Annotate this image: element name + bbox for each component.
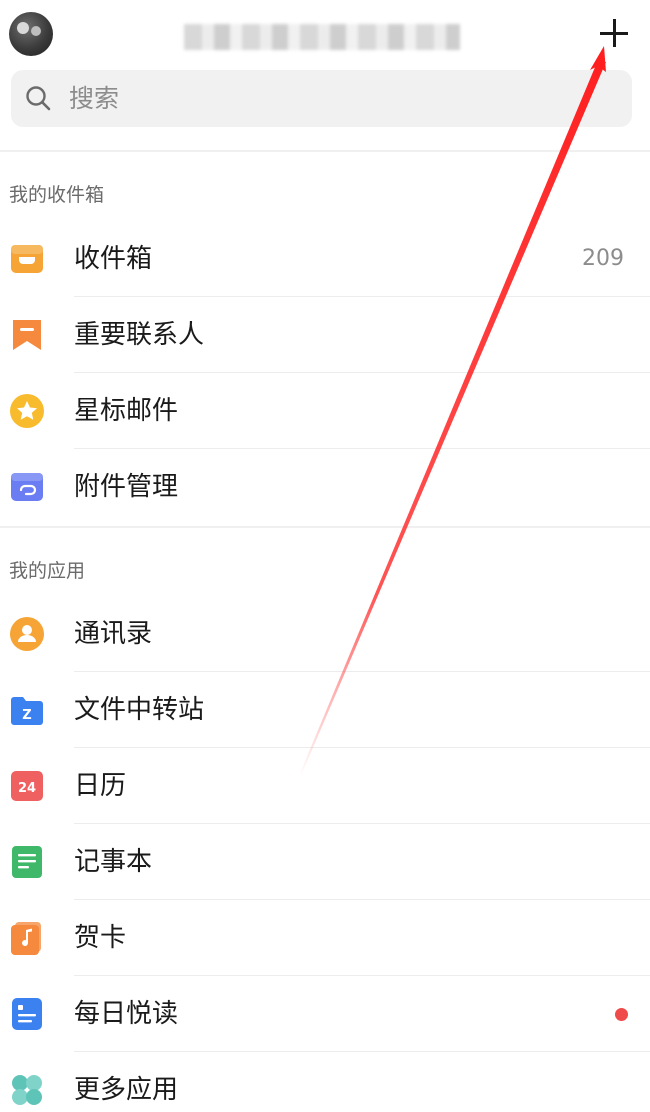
- avatar[interactable]: [9, 12, 53, 56]
- search-input[interactable]: [69, 70, 609, 127]
- list-item-more-apps[interactable]: 更多应用: [0, 1052, 650, 1112]
- notification-dot: [615, 1008, 628, 1021]
- list-item-notepad[interactable]: 记事本: [0, 824, 650, 900]
- reading-icon: [12, 998, 42, 1030]
- list-item-label: 每日悦读: [74, 999, 179, 1029]
- list-item-label: 日历: [74, 771, 127, 801]
- section-divider: [0, 526, 650, 528]
- svg-text:Z: Z: [22, 708, 31, 723]
- list-item-important-contacts[interactable]: 重要联系人: [0, 297, 650, 373]
- folder-icon: Z: [11, 697, 43, 725]
- list-item-label: 重要联系人: [74, 320, 205, 350]
- notepad-icon: [12, 846, 42, 878]
- plus-icon[interactable]: [597, 16, 631, 50]
- list-item-calendar[interactable]: 24 日历: [0, 748, 650, 824]
- contacts-icon: [10, 617, 44, 651]
- more-apps-icon: [12, 1075, 42, 1105]
- list-item-label: 记事本: [74, 847, 153, 877]
- list-item-starred[interactable]: 星标邮件: [0, 373, 650, 449]
- list-item-file-transfer[interactable]: Z 文件中转站: [0, 672, 650, 748]
- account-name-blurred: [184, 24, 460, 50]
- list-item-inbox[interactable]: 收件箱 209: [0, 221, 650, 297]
- search-bar[interactable]: [11, 70, 632, 127]
- section-title-mailboxes: 我的收件箱: [9, 184, 105, 206]
- list-item-label: 贺卡: [74, 923, 127, 953]
- list-item-label: 附件管理: [74, 472, 179, 502]
- star-icon: [10, 394, 44, 428]
- list-item-attachments[interactable]: 附件管理: [0, 449, 650, 525]
- list-item-label: 星标邮件: [74, 396, 179, 426]
- section-title-apps: 我的应用: [9, 560, 86, 582]
- list-item-label: 文件中转站: [74, 695, 205, 725]
- inbox-icon: [11, 245, 43, 273]
- list-item-label: 收件箱: [74, 244, 153, 274]
- divider: [0, 150, 650, 152]
- list-item-greeting-card[interactable]: 贺卡: [0, 900, 650, 976]
- bookmark-icon: [13, 320, 41, 350]
- list-item-contacts[interactable]: 通讯录: [0, 596, 650, 672]
- greeting-card-icon: [11, 922, 41, 955]
- list-item-daily-reading[interactable]: 每日悦读: [0, 976, 650, 1052]
- calendar-day: 24: [18, 781, 36, 796]
- calendar-icon: 24: [11, 771, 43, 801]
- search-icon: [26, 86, 51, 111]
- top-bar: [0, 0, 650, 66]
- attachment-icon: [11, 473, 43, 501]
- list-item-label: 通讯录: [74, 619, 153, 649]
- unread-count: 209: [582, 246, 624, 271]
- list-item-label: 更多应用: [74, 1075, 179, 1105]
